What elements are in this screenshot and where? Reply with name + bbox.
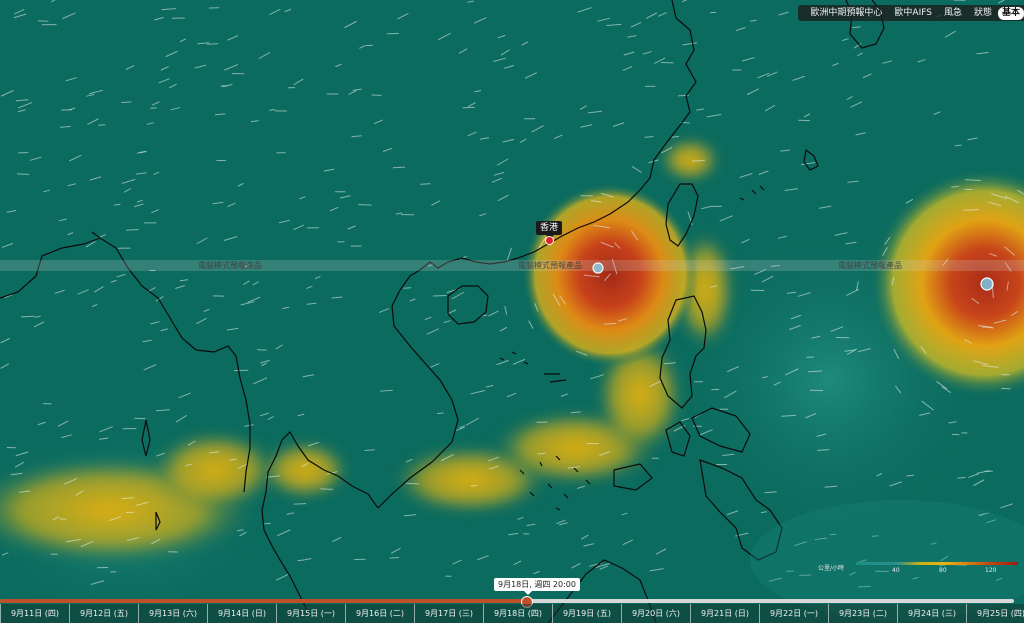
menu-item-basic[interactable]: 基本 [997,6,1024,20]
timeline-day[interactable]: 9月14日 (日) [207,604,276,623]
wind-particle [113,203,121,206]
legend-tick: 120 [985,567,997,574]
wind-particle [906,474,915,477]
legend-color-bar [856,562,1018,565]
location-label[interactable]: 香港 [536,221,563,239]
timeline-day[interactable]: 9月17日 (三) [414,604,483,623]
timeline-day[interactable]: 9月15日 (一) [276,604,345,623]
watermark-text: 電腦模式預報產品 [838,261,902,270]
wind-particle [436,412,444,414]
wind-particle [432,295,447,297]
timeline-day[interactable]: 9月18日 (四) [483,604,552,623]
timeline-day[interactable]: 9月20日 (六) [621,604,690,623]
wind-particle [405,482,420,485]
legend-unit: 公里/小時 [818,565,845,572]
legend-tick: 40 [892,567,900,574]
wind-particle [121,101,132,103]
timeline-day[interactable]: 9月23日 (二) [828,604,897,623]
watermark-text: 電腦模式預報產品 [198,261,262,270]
wind-particle [954,144,962,147]
wind-particle [364,449,375,451]
wind-particle [125,229,139,231]
timeline-day[interactable]: 9月21日 (日) [690,604,759,623]
wind-particle [358,204,372,206]
timeline-day[interactable]: 9月22日 (一) [759,604,828,623]
timeline-day[interactable]: 9月11日 (四) [0,604,69,623]
menu-item-ecmwf[interactable]: 歐洲中期預報中心 [804,5,888,21]
timeline-progress [0,599,527,603]
wind-particle [297,559,305,562]
timeline-day[interactable]: 9月19日 (五) [552,604,621,623]
timeline-day[interactable]: 9月16日 (二) [345,604,414,623]
current-time-tooltip: 9月18日, 週四 20:00 [494,578,580,595]
timeline-day[interactable]: 9月13日 (六) [138,604,207,623]
wind-particle [852,26,861,29]
timeline-day[interactable]: 9月24日 (三) [897,604,966,623]
wind-particle [965,179,981,181]
wind-speed-legend: 公里/小時 40 80 120 [818,560,1018,574]
wind-particle [293,503,307,505]
wind-particle [957,477,966,479]
wind-particle [206,43,219,45]
wind-particle [603,323,616,325]
legend-tick: 80 [939,567,947,574]
watermark-text: 電腦模式預報產品 [518,261,582,270]
timeline-day[interactable]: 9月25日 (四) [966,604,1024,623]
wind-particle [951,185,960,188]
wind-speed-map[interactable] [0,0,1024,623]
typhoon-west [522,183,698,367]
wind-particle [98,124,106,126]
timeline-days: 9月11日 (四) 9月12日 (五) 9月13日 (六) 9月14日 (日) 9月15… [0,604,1024,623]
menu-item-wind[interactable]: 風急 [938,5,968,21]
wind-particle [403,287,412,289]
menu-item-status[interactable]: 狀態 [968,5,998,21]
wind-particle [20,315,35,318]
wind-particle [389,557,400,559]
model-menu: 歐洲中期預報中心 歐中AIFS 風急 狀態 基本 [798,5,1024,21]
wind-particle [392,166,406,169]
menu-item-aifs[interactable]: 歐中AIFS [888,5,938,21]
timeline-day[interactable]: 9月12日 (五) [69,604,138,623]
wind-particle [16,173,30,175]
location-marker[interactable] [545,236,554,245]
wind-particle [320,488,334,490]
wind-particle [420,183,431,185]
wind-particle [644,136,654,138]
typhoon-east-eye [980,277,994,291]
